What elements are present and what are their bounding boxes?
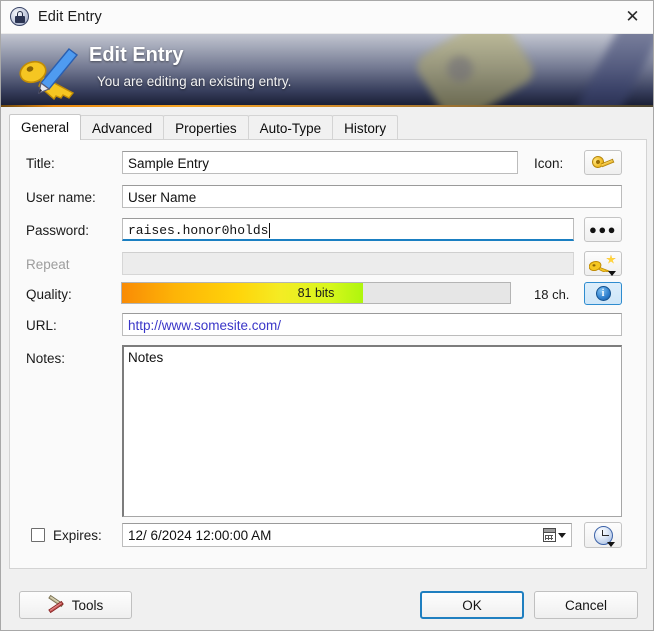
ok-button-label: OK <box>462 597 482 613</box>
chevron-down-icon <box>557 532 566 538</box>
tab-label: History <box>344 120 387 136</box>
url-input[interactable]: http://www.somesite.com/ <box>122 313 622 336</box>
tools-button[interactable]: Tools <box>19 591 132 619</box>
url-label: URL: <box>26 318 57 333</box>
icon-picker-button[interactable] <box>584 150 622 175</box>
tab-strip: General Advanced Properties Auto-Type Hi… <box>9 114 647 140</box>
notes-textarea[interactable]: Notes <box>122 345 622 517</box>
expiry-date-value: 12/ 6/2024 12:00:00 AM <box>128 527 272 543</box>
title-input[interactable]: Sample Entry <box>122 151 518 174</box>
generate-password-button[interactable] <box>584 251 622 276</box>
clock-icon <box>593 525 615 547</box>
repeat-label: Repeat <box>26 257 70 272</box>
banner-heading: Edit Entry <box>89 44 184 66</box>
cancel-button-label: Cancel <box>564 597 608 613</box>
password-length-text: 18 ch. <box>534 287 570 302</box>
info-icon: i <box>595 286 611 301</box>
edit-entry-dialog: Edit Entry ✕ Edit Entry You are editing … <box>0 0 654 631</box>
toggle-password-visibility-button[interactable]: ●●● <box>584 217 622 242</box>
tab-history[interactable]: History <box>332 115 399 140</box>
tab-label: General <box>21 120 70 135</box>
notes-label: Notes: <box>26 351 66 366</box>
key-icon <box>589 153 615 171</box>
quality-label: Quality: <box>26 287 72 302</box>
ok-button[interactable]: OK <box>420 591 524 619</box>
calendar-icon <box>542 528 556 542</box>
tab-advanced[interactable]: Advanced <box>80 115 165 140</box>
banner-watermark-keyhole <box>447 56 473 82</box>
banner-subheading: You are editing an existing entry. <box>97 74 292 89</box>
quality-bits-text: 81 bits <box>297 285 335 300</box>
tab-properties[interactable]: Properties <box>163 115 249 140</box>
three-dots-icon: ●●● <box>588 222 618 237</box>
expires-checkbox[interactable] <box>31 528 45 542</box>
icon-label: Icon: <box>534 156 564 171</box>
window-title: Edit Entry <box>38 9 102 25</box>
tab-auto-type[interactable]: Auto-Type <box>247 115 334 140</box>
password-label: Password: <box>26 223 90 238</box>
text-caret <box>269 222 271 238</box>
expiry-date-input[interactable]: 12/ 6/2024 12:00:00 AM <box>122 523 572 547</box>
password-input[interactable]: raises.honor0holds <box>122 218 574 241</box>
banner-accent-rule <box>1 105 653 107</box>
title-bar: Edit Entry ✕ <box>1 1 653 34</box>
tab-label: Properties <box>175 120 237 136</box>
expiry-presets-button[interactable] <box>584 522 622 548</box>
expires-label: Expires: <box>53 528 102 543</box>
tools-button-label: Tools <box>71 597 104 613</box>
lock-icon <box>10 7 30 27</box>
tab-label: Auto-Type <box>259 120 322 136</box>
key-pencil-icon <box>15 46 87 101</box>
tab-label: Advanced <box>92 120 153 136</box>
key-sparkle-generator-icon <box>589 254 616 276</box>
close-icon[interactable]: ✕ <box>610 1 653 33</box>
tab-general[interactable]: General <box>9 114 82 140</box>
title-label: Title: <box>26 156 55 171</box>
tools-icon <box>47 594 66 614</box>
username-label: User name: <box>26 190 96 205</box>
dialog-footer: Tools OK Cancel <box>1 576 653 630</box>
dialog-banner: Edit Entry You are editing an existing e… <box>1 34 653 107</box>
quality-info-button[interactable]: i <box>584 282 622 305</box>
calendar-dropdown-button[interactable] <box>538 525 570 545</box>
username-input[interactable]: User Name <box>122 185 622 208</box>
cancel-button[interactable]: Cancel <box>534 591 638 619</box>
repeat-input <box>122 252 574 275</box>
password-value: raises.honor0holds <box>128 222 269 238</box>
password-quality-bar: 81 bits <box>121 282 511 304</box>
